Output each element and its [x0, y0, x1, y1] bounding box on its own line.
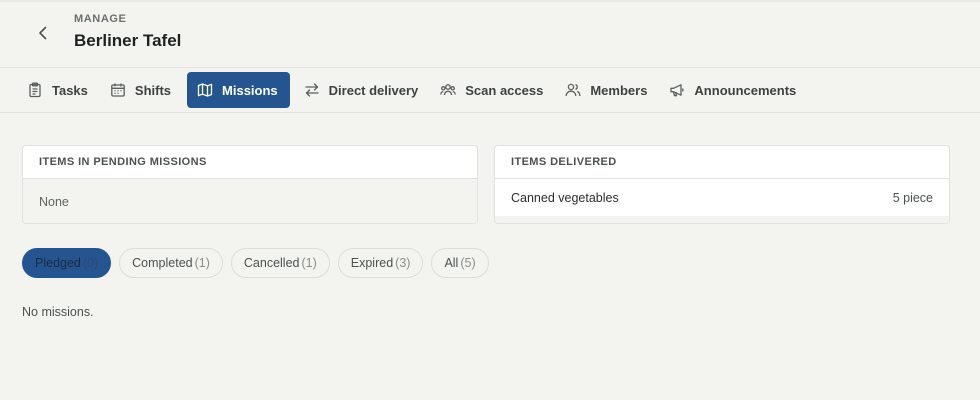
- back-button[interactable]: [28, 18, 58, 48]
- tabs-divider: [0, 112, 980, 113]
- tab-tasks-label: Tasks: [52, 82, 88, 98]
- group-icon: [440, 82, 457, 98]
- tab-announcements-label: Announcements: [694, 82, 797, 98]
- filter-cancelled-count: (1): [301, 256, 317, 270]
- filter-completed-count: (1): [194, 256, 210, 270]
- tab-shifts-label: Shifts: [134, 82, 172, 98]
- tab-announcements[interactable]: Announcements: [659, 72, 808, 108]
- tab-bar: Tasks Shifts Missions Direct delivery Sc…: [17, 72, 808, 108]
- delivered-items-card: ITEMS DELIVERED Canned vegetables 5 piec…: [494, 145, 950, 224]
- chevron-left-icon: [39, 26, 47, 40]
- clipboard-icon: [27, 82, 43, 98]
- filter-cancelled[interactable]: Cancelled (1): [230, 248, 330, 278]
- tab-scan-access[interactable]: Scan access: [430, 72, 555, 108]
- map-icon: [197, 82, 213, 98]
- empty-state-message: No missions.: [22, 305, 94, 319]
- tab-missions[interactable]: Missions: [187, 72, 290, 108]
- pending-items-title: ITEMS IN PENDING MISSIONS: [23, 146, 477, 179]
- filter-all-count: (5): [460, 256, 476, 270]
- mission-status-filters: Pledged (0) Completed (1) Cancelled (1) Exp…: [22, 248, 489, 278]
- tab-tasks[interactable]: Tasks: [17, 72, 100, 108]
- filter-all[interactable]: All (5): [431, 248, 489, 278]
- item-quantity: 5 piece: [892, 190, 933, 205]
- delivered-items-title: ITEMS DELIVERED: [495, 146, 949, 179]
- pending-items-empty: None: [39, 194, 69, 209]
- item-name: Canned vegetables: [511, 190, 619, 205]
- pending-items-card: ITEMS IN PENDING MISSIONS None: [22, 145, 478, 224]
- filter-completed-label: Completed: [132, 256, 193, 270]
- page-header: MANAGE Berliner Tafel: [0, 0, 980, 67]
- filter-expired-count: (3): [395, 256, 411, 270]
- header-divider: [0, 67, 980, 68]
- swap-arrows-icon: [304, 82, 320, 98]
- filter-expired[interactable]: Expired (3): [337, 248, 424, 278]
- filter-pledged-label: Pledged: [35, 256, 81, 270]
- users-icon: [565, 82, 581, 98]
- megaphone-icon: [669, 82, 685, 98]
- filter-all-label: All: [444, 256, 459, 270]
- page-eyebrow: MANAGE: [74, 13, 127, 25]
- filter-pledged[interactable]: Pledged (0): [22, 248, 112, 278]
- calendar-icon: [110, 82, 126, 98]
- tab-missions-label: Missions: [222, 82, 278, 98]
- list-item: Canned vegetables 5 piece: [495, 179, 949, 216]
- filter-pledged-count: (0): [82, 256, 99, 270]
- tab-direct-delivery-label: Direct delivery: [328, 82, 419, 98]
- tab-scan-access-label: Scan access: [465, 82, 544, 98]
- filter-completed[interactable]: Completed (1): [119, 248, 223, 278]
- tab-members-label: Members: [590, 82, 648, 98]
- tab-shifts[interactable]: Shifts: [100, 72, 183, 108]
- filter-expired-label: Expired: [350, 256, 394, 270]
- tab-members[interactable]: Members: [555, 72, 659, 108]
- tab-direct-delivery[interactable]: Direct delivery: [294, 72, 431, 108]
- page-title: Berliner Tafel: [74, 31, 182, 50]
- filter-cancelled-label: Cancelled: [243, 256, 300, 270]
